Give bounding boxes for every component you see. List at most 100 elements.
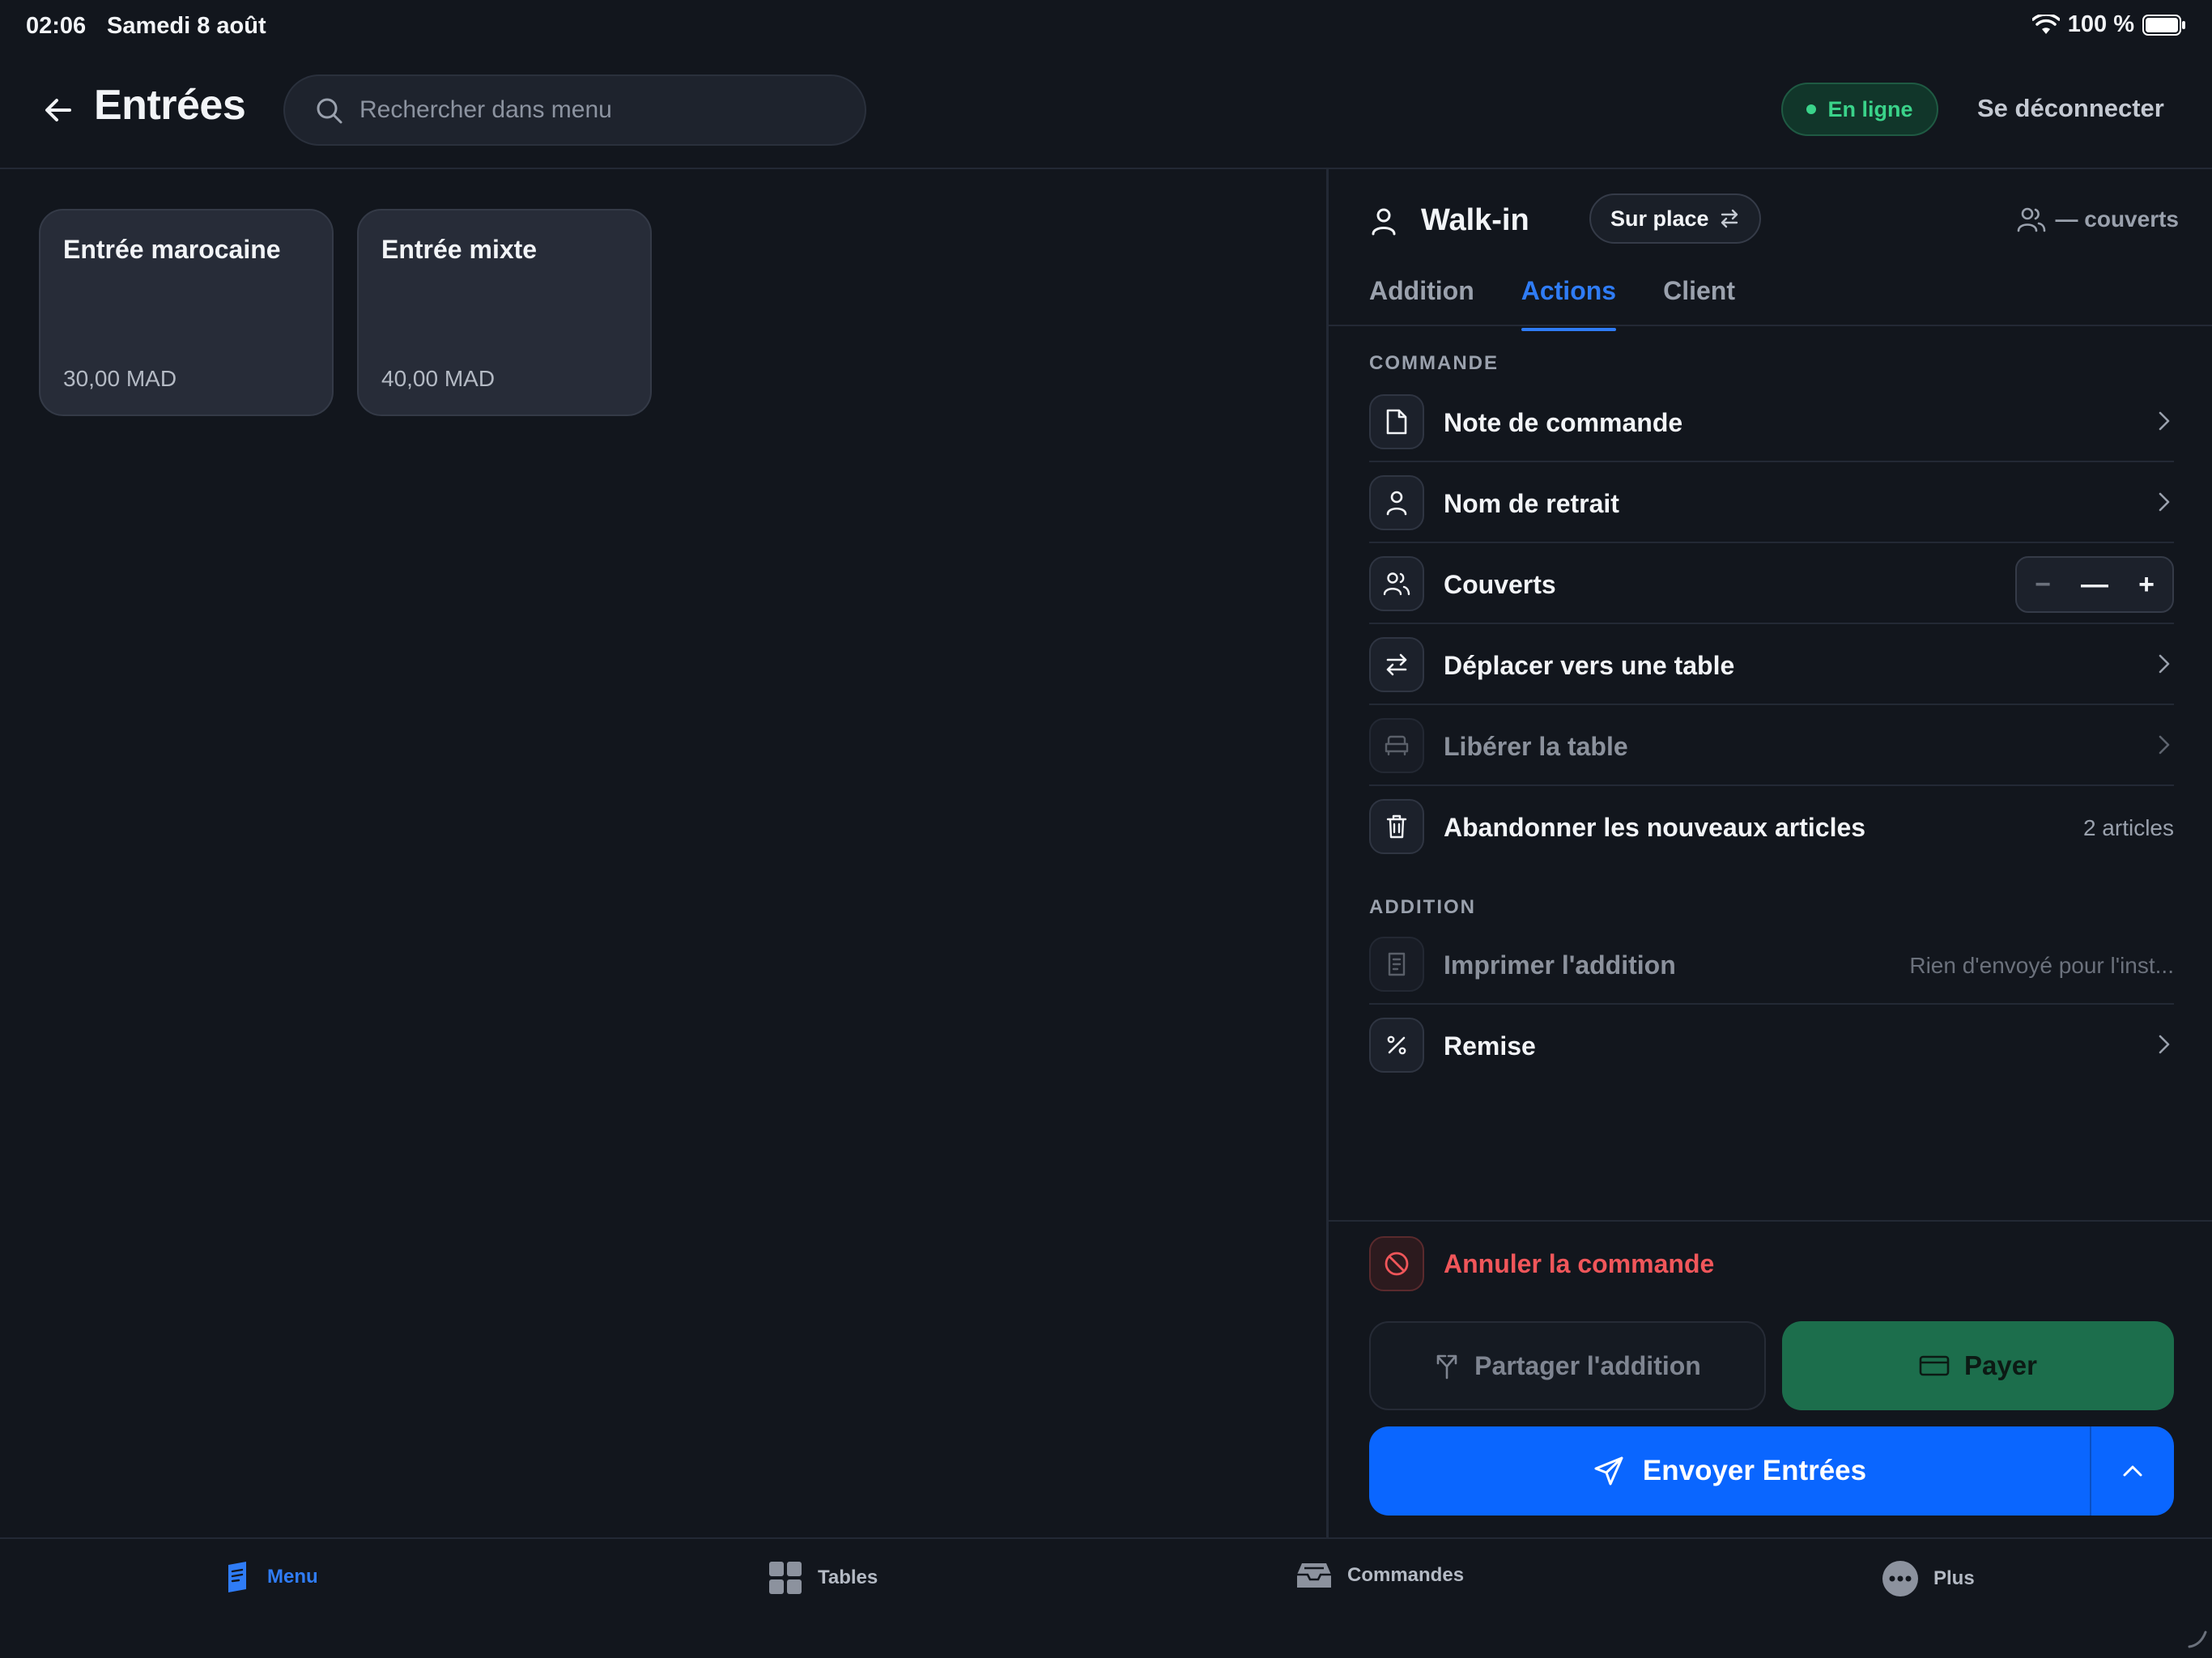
nav-tables[interactable]: Tables: [768, 1560, 878, 1596]
pay-button[interactable]: Payer: [1782, 1321, 2174, 1410]
chevron-up-icon: [2121, 1464, 2144, 1478]
person-icon: [1369, 206, 1398, 236]
covers-indicator: — couverts: [2017, 206, 2180, 232]
order-panel: Walk-in Sur place — couverts Addition Ac…: [1326, 169, 2212, 1537]
nav-label: Tables: [818, 1567, 878, 1588]
nav-label: Commandes: [1347, 1564, 1465, 1586]
status-date: Samedi 8 août: [107, 13, 266, 39]
nav-orders[interactable]: Commandes: [1295, 1560, 1464, 1591]
action-pickup-name[interactable]: Nom de retrait: [1369, 462, 2174, 543]
cancel-order-button[interactable]: Annuler la commande: [1369, 1236, 2174, 1293]
tabs-divider: [1329, 325, 2212, 326]
discard-icon-box: [1369, 799, 1424, 854]
status-bar: 02:06 Samedi 8 août 100 %: [0, 0, 2212, 52]
action-release-table[interactable]: Libérer la table: [1369, 705, 2174, 786]
resize-grabber-icon: [2186, 1627, 2209, 1650]
action-move-table[interactable]: Déplacer vers une table: [1369, 624, 2174, 705]
menu-item-name: Entrée mixte: [381, 235, 538, 264]
covers-stepper: − — +: [2015, 556, 2174, 613]
menu-item-price: 30,00 MAD: [63, 366, 177, 391]
search-input[interactable]: [359, 76, 845, 144]
chevron-right-icon: [2158, 734, 2171, 755]
new-items-count: 2 articles: [2082, 815, 2174, 840]
action-discard-new-items[interactable]: Abandonner les nouveaux articles 2 artic…: [1369, 786, 2174, 867]
chevron-right-icon: [2158, 1034, 2171, 1055]
action-label: Couverts: [1444, 570, 1556, 599]
action-label: Note de commande: [1444, 408, 1683, 437]
action-label: Libérer la table: [1444, 732, 1628, 761]
note-icon-box: [1369, 394, 1424, 449]
chevron-right-icon: [2158, 491, 2171, 512]
chevron-right-icon: [2158, 653, 2171, 674]
nav-more[interactable]: Plus: [1882, 1560, 1975, 1597]
covers-icon-box: [1369, 556, 1424, 611]
status-time: 02:06: [26, 13, 87, 39]
menu-item-card[interactable]: Entrée mixte 40,00 MAD: [357, 209, 652, 416]
action-label: Remise: [1444, 1031, 1536, 1061]
split-bill-label: Partager l'addition: [1474, 1350, 1701, 1380]
service-mode-toggle[interactable]: Sur place: [1589, 193, 1761, 244]
move-icon-box: [1369, 637, 1424, 692]
send-order-button[interactable]: Envoyer Entrées: [1369, 1426, 2090, 1516]
battery-percent: 100 %: [2067, 11, 2134, 37]
more-icon: [1882, 1560, 1919, 1597]
menu-icon: [223, 1560, 253, 1594]
nav-menu[interactable]: Menu: [223, 1560, 318, 1594]
service-mode-label: Sur place: [1610, 206, 1709, 231]
customer-name: Walk-in: [1421, 203, 1529, 237]
menu-item-name: Entrée marocaine: [63, 235, 281, 264]
send-order-label: Envoyer Entrées: [1642, 1455, 1867, 1486]
users-icon: [1383, 572, 1410, 596]
tables-icon: [768, 1560, 803, 1596]
action-print-bill[interactable]: Imprimer l'addition Rien d'envoyé pour l…: [1369, 924, 2174, 1005]
person-icon: [1385, 490, 1409, 516]
menu-item-card[interactable]: Entrée marocaine 30,00 MAD: [39, 209, 334, 416]
menu-item-price: 40,00 MAD: [381, 366, 496, 391]
split-arrows-icon: [1434, 1352, 1460, 1380]
nav-label: Menu: [267, 1566, 318, 1588]
covers-increment-button[interactable]: +: [2126, 569, 2167, 601]
print-icon-box: [1369, 937, 1424, 992]
send-order-button-group: Envoyer Entrées: [1369, 1426, 2174, 1516]
trash-icon: [1385, 814, 1408, 840]
release-icon-box: [1369, 718, 1424, 773]
battery-icon: [2142, 14, 2186, 36]
order-header: Walk-in Sur place — couverts: [1369, 193, 2179, 245]
online-dot-icon: [1806, 104, 1817, 114]
credit-card-icon: [1919, 1354, 1950, 1377]
section-label-addition: ADDITION: [1369, 896, 1476, 918]
search-bar[interactable]: [283, 74, 866, 146]
search-icon: [314, 96, 345, 126]
chevron-right-icon: [2158, 410, 2171, 432]
online-status-badge: En ligne: [1781, 83, 1938, 136]
action-label: Imprimer l'addition: [1444, 950, 1676, 980]
covers-label: — couverts: [2055, 206, 2180, 232]
cancel-order-label: Annuler la commande: [1444, 1249, 1715, 1278]
percent-icon: [1385, 1034, 1408, 1056]
back-button[interactable]: [40, 92, 76, 128]
tab-addition[interactable]: Addition: [1369, 266, 1474, 331]
online-label: En ligne: [1827, 96, 1913, 121]
panel-tabs: Addition Actions Client: [1369, 266, 1735, 331]
action-label: Abandonner les nouveaux articles: [1444, 813, 1866, 842]
logout-button[interactable]: Se déconnecter: [1977, 94, 2164, 123]
pickup-icon-box: [1369, 475, 1424, 530]
wifi-icon: [2031, 14, 2060, 36]
action-label: Nom de retrait: [1444, 489, 1619, 518]
panel-footer-divider: [1329, 1220, 2212, 1222]
ban-icon: [1383, 1250, 1410, 1278]
page-title: Entrées: [94, 82, 246, 129]
split-bill-button[interactable]: Partager l'addition: [1369, 1321, 1766, 1410]
send-icon: [1593, 1455, 1625, 1487]
action-discount[interactable]: Remise: [1369, 1005, 2174, 1086]
action-covers: Couverts − — +: [1369, 543, 2174, 624]
covers-decrement-button[interactable]: −: [2023, 569, 2063, 601]
tab-client[interactable]: Client: [1663, 266, 1735, 331]
send-options-button[interactable]: [2091, 1426, 2174, 1516]
swap-arrows-icon: [1719, 209, 1740, 228]
action-order-note[interactable]: Note de commande: [1369, 381, 2174, 462]
bottom-navigation: Menu Tables Commandes Plus: [0, 1537, 2212, 1658]
arrow-left-icon: [40, 92, 76, 128]
tab-actions[interactable]: Actions: [1521, 266, 1617, 331]
discount-icon-box: [1369, 1018, 1424, 1073]
